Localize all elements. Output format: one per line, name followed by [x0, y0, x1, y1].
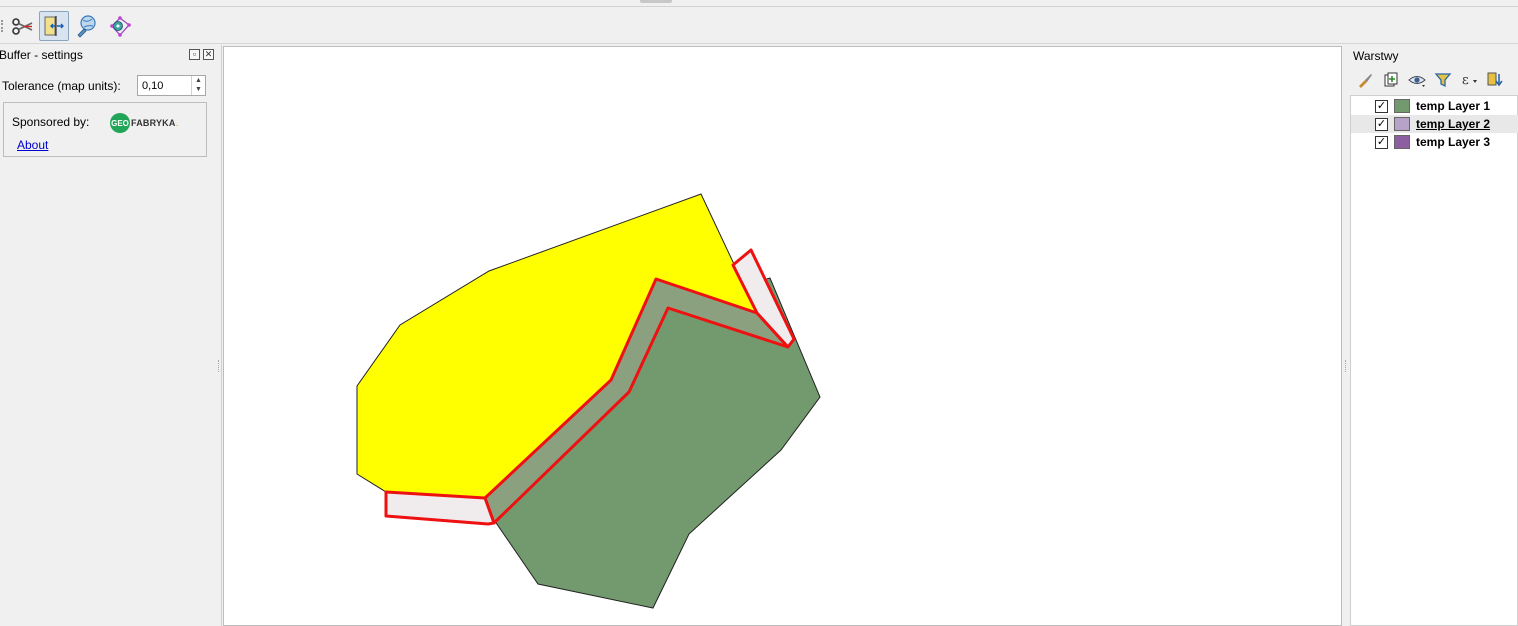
spin-up-icon[interactable]: ▲ — [192, 76, 205, 85]
layers-panel: Warstwy ε ✓ temp Layer 1 ✓ temp Layer 2 … — [1348, 45, 1518, 626]
right-splitter[interactable] — [1345, 360, 1347, 372]
vertex-tool-button[interactable] — [105, 11, 135, 41]
layer-1-checkbox[interactable]: ✓ — [1375, 99, 1388, 113]
globe-edit-tool-button[interactable] — [72, 11, 102, 41]
layer-2-checkbox[interactable]: ✓ — [1375, 117, 1388, 131]
filter-icon[interactable] — [1433, 70, 1453, 90]
tolerance-input[interactable] — [138, 76, 192, 95]
tolerance-label: Tolerance (map units): — [2, 79, 121, 93]
layer-row-3[interactable]: ✓ temp Layer 3 — [1351, 133, 1518, 151]
eye-icon[interactable] — [1407, 70, 1427, 90]
sponsored-label: Sponsored by: — [12, 115, 90, 129]
layer-row-1[interactable]: ✓ temp Layer 1 — [1351, 97, 1518, 115]
layer-2-swatch — [1394, 117, 1410, 131]
scissors-icon — [12, 18, 33, 35]
logo-circle: GEO — [110, 113, 130, 133]
logo-dot: . — [175, 117, 179, 129]
layer-1-name: temp Layer 1 — [1416, 99, 1491, 113]
move-down-icon[interactable] — [1485, 70, 1505, 90]
top-strip — [0, 0, 1518, 7]
add-group-icon[interactable] — [1381, 70, 1401, 90]
sponsor-box: Sponsored by: GEO FABRYKA . About — [3, 102, 207, 157]
scissors-tool-button[interactable] — [7, 11, 37, 41]
panel-title: Buffer - settings — [0, 48, 83, 62]
layers-title: Warstwy — [1353, 49, 1399, 63]
layer-row-2[interactable]: ✓ temp Layer 2 — [1351, 115, 1518, 133]
split-buffer-icon — [44, 16, 64, 36]
float-panel-icon[interactable]: ▫ — [189, 49, 200, 60]
buffer-outline-left — [384, 490, 496, 526]
grip-handle[interactable] — [640, 0, 672, 3]
layer-3-name: temp Layer 3 — [1416, 135, 1491, 149]
map-canvas[interactable] — [223, 46, 1342, 626]
layer-1-swatch — [1394, 99, 1410, 113]
logo-word: FABRYKA — [131, 118, 176, 128]
spin-down-icon[interactable]: ▼ — [192, 85, 205, 94]
about-link[interactable]: About — [17, 138, 48, 152]
close-panel-icon[interactable]: ✕ — [203, 49, 214, 60]
main-toolbar — [0, 7, 1518, 44]
expression-icon[interactable]: ε — [1459, 70, 1479, 90]
vertex-tool-icon — [110, 16, 131, 37]
layer-3-swatch — [1394, 135, 1410, 149]
left-splitter[interactable] — [218, 360, 220, 372]
brush-icon[interactable] — [1355, 70, 1375, 90]
layer-2-name: temp Layer 2 — [1416, 117, 1491, 131]
split-buffer-tool-button[interactable] — [39, 11, 69, 41]
globe-edit-icon — [77, 15, 96, 38]
layer-3-checkbox[interactable]: ✓ — [1375, 135, 1388, 149]
buffer-settings-panel: Buffer - settings ▫ ✕ Tolerance (map uni… — [0, 45, 222, 626]
svg-text:ε: ε — [1462, 73, 1469, 88]
toolbar-handle[interactable] — [1, 20, 3, 32]
map-svg — [356, 193, 821, 609]
layers-tree: ✓ temp Layer 1 ✓ temp Layer 2 ✓ temp Lay… — [1350, 95, 1518, 626]
geofabryka-logo: GEO FABRYKA . — [110, 113, 178, 133]
tolerance-spinbox[interactable]: ▲ ▼ — [137, 75, 206, 96]
